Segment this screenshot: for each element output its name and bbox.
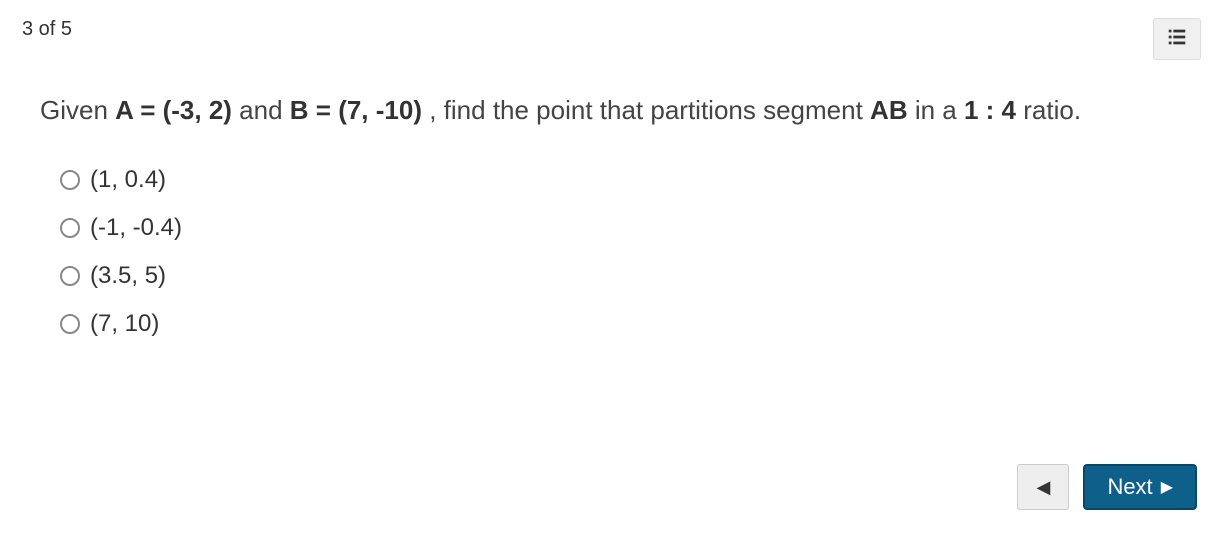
progress-indicator: 3 of 5 — [22, 18, 72, 41]
point-b: B = (7, -10) — [290, 95, 422, 125]
triangle-left-icon: ◀ — [1037, 477, 1051, 498]
question-prefix: Given — [40, 95, 115, 125]
question-mid2: in a — [908, 95, 964, 125]
next-label: Next — [1107, 474, 1152, 500]
question-block: Given A = (-3, 2) and B = (7, -10) , fin… — [0, 60, 1229, 348]
radio-icon — [60, 266, 80, 286]
footer-nav: ◀ Next ▶ — [1017, 464, 1197, 510]
question-and: and — [232, 95, 290, 125]
option-label: (-1, -0.4) — [90, 214, 182, 242]
header-bar: 3 of 5 — [0, 0, 1229, 60]
list-icon — [1166, 26, 1188, 53]
segment-label: AB — [870, 95, 908, 125]
option-label: (3.5, 5) — [90, 262, 166, 290]
radio-icon — [60, 218, 80, 238]
triangle-right-icon: ▶ — [1161, 477, 1173, 497]
previous-button[interactable]: ◀ — [1017, 464, 1069, 510]
option-2[interactable]: (-1, -0.4) — [60, 204, 1189, 252]
option-4[interactable]: (7, 10) — [60, 300, 1189, 348]
question-suffix: ratio. — [1016, 95, 1081, 125]
ratio-label: 1 : 4 — [964, 95, 1016, 125]
question-mid: , find the point that partitions segment — [422, 95, 870, 125]
point-a: A = (-3, 2) — [115, 95, 232, 125]
next-button[interactable]: Next ▶ — [1083, 464, 1197, 510]
option-label: (1, 0.4) — [90, 166, 166, 194]
radio-icon — [60, 170, 80, 190]
option-label: (7, 10) — [90, 310, 159, 338]
options-list: (1, 0.4) (-1, -0.4) (3.5, 5) (7, 10) — [40, 132, 1189, 348]
option-1[interactable]: (1, 0.4) — [60, 156, 1189, 204]
question-text: Given A = (-3, 2) and B = (7, -10) , fin… — [40, 88, 1189, 132]
question-list-button[interactable] — [1153, 18, 1201, 60]
option-3[interactable]: (3.5, 5) — [60, 252, 1189, 300]
radio-icon — [60, 314, 80, 334]
